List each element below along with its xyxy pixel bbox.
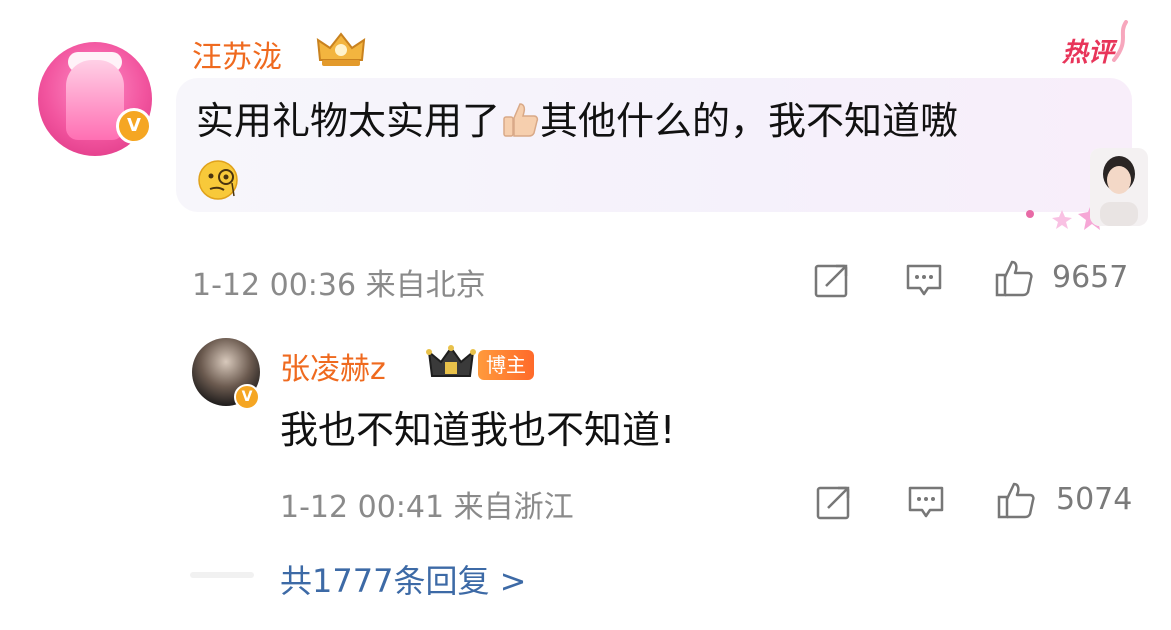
- hot-flame-icon: [1112, 20, 1128, 62]
- comment-icon[interactable]: [904, 260, 944, 300]
- thumbs-up-icon: [503, 103, 539, 137]
- decoration-portrait: [1090, 148, 1148, 226]
- hot-comment-badge: 热评: [1062, 38, 1115, 68]
- vip-crown-icon: [316, 32, 366, 66]
- reply-text: 我也不知道我也不知道!: [280, 408, 676, 452]
- like-icon[interactable]: [994, 258, 1034, 298]
- like-count: 5074: [1056, 482, 1133, 517]
- share-icon[interactable]: [814, 482, 854, 522]
- comment-icon[interactable]: [906, 482, 946, 522]
- view-all-replies-link[interactable]: 共1777条回复 >: [280, 556, 526, 602]
- blogger-badge: 博主: [478, 350, 534, 380]
- comment-text-part2: 其他什么的，我不知道嗷: [540, 99, 959, 143]
- replier-username[interactable]: 张凌赫z: [280, 344, 386, 388]
- reply-meta: 1-12 00:41 来自浙江: [280, 490, 574, 525]
- vip-crown-icon: [426, 345, 476, 377]
- like-icon[interactable]: [996, 480, 1036, 520]
- face-with-monocle-icon: [198, 160, 238, 200]
- divider: [190, 572, 254, 578]
- comment-meta: 1-12 00:36 来自北京: [192, 268, 486, 303]
- share-icon[interactable]: [812, 260, 852, 300]
- verified-badge-icon: V: [234, 384, 260, 410]
- like-count: 9657: [1052, 260, 1129, 295]
- comment-text-part1: 实用礼物太实用了: [196, 99, 501, 143]
- verified-badge-icon: V: [116, 108, 152, 144]
- commenter-username[interactable]: 汪苏泷: [192, 32, 282, 76]
- comment-text: 实用礼物太实用了 其他什么的，我不知道嗷: [196, 92, 1106, 208]
